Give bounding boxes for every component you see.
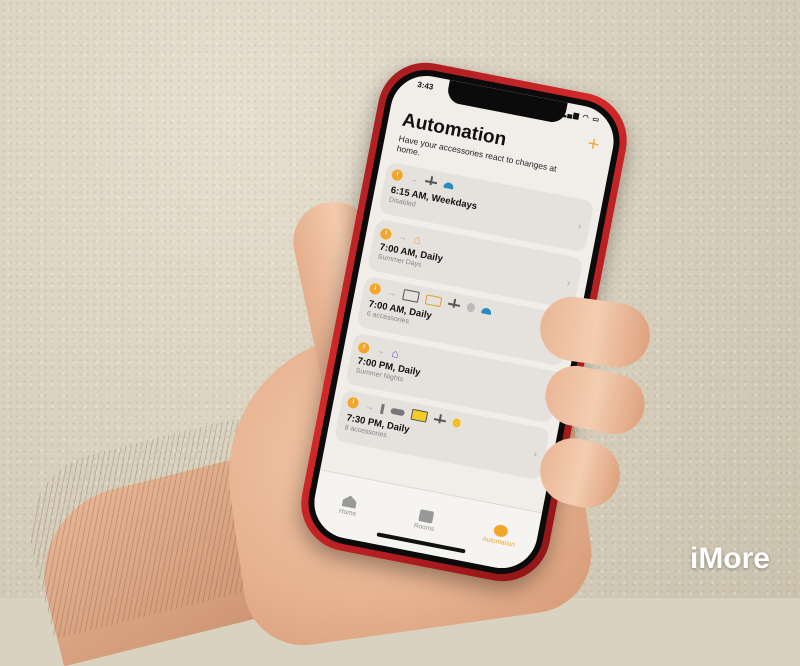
watermark-logo: iMore <box>689 542 770 575</box>
arrow-icon: → <box>408 172 420 185</box>
ceiling-fan-icon <box>425 179 438 184</box>
clock-icon <box>357 340 371 354</box>
pendant-lamp-icon <box>481 306 493 315</box>
arrow-icon: → <box>375 344 386 357</box>
house-sun-icon: ⌂ <box>412 232 423 248</box>
home-icon <box>342 494 358 508</box>
arrow-icon: → <box>364 400 376 412</box>
light-panel-icon <box>410 408 429 423</box>
chevron-right-icon: › <box>576 221 583 233</box>
rooms-icon <box>418 509 435 524</box>
tab-label: Automation <box>481 535 516 549</box>
light-bulb-icon <box>451 417 462 429</box>
status-icons: ▂▄▆ ◠ ▭ <box>560 109 601 125</box>
clock-icon <box>368 282 382 296</box>
tab-home[interactable]: Home <box>322 491 375 521</box>
tab-rooms[interactable]: Rooms <box>399 506 452 536</box>
ceiling-fan-icon <box>433 417 446 422</box>
automation-icon <box>492 523 509 539</box>
light-bulb-icon <box>466 302 476 313</box>
arrow-icon: → <box>397 230 409 243</box>
tab-label: Rooms <box>413 522 435 534</box>
chevron-right-icon: › <box>565 278 572 290</box>
clock-icon <box>390 168 404 182</box>
light-strip-icon <box>424 293 443 307</box>
tab-automation[interactable]: Automation <box>473 520 526 550</box>
smart-plug-icon <box>380 403 385 414</box>
pendant-lamp-icon <box>443 181 455 189</box>
chevron-right-icon: › <box>532 448 539 461</box>
house-moon-icon: ⌂ <box>390 345 401 362</box>
clock-icon <box>346 396 360 410</box>
clock-icon <box>379 227 393 240</box>
tv-icon <box>402 288 420 303</box>
ceiling-fan-icon <box>448 302 461 307</box>
plus-icon[interactable]: + <box>586 133 602 157</box>
arrow-icon: → <box>386 286 398 298</box>
speaker-icon <box>390 407 406 416</box>
status-time: 3:43 <box>416 79 435 92</box>
tab-label: Home <box>338 507 357 518</box>
